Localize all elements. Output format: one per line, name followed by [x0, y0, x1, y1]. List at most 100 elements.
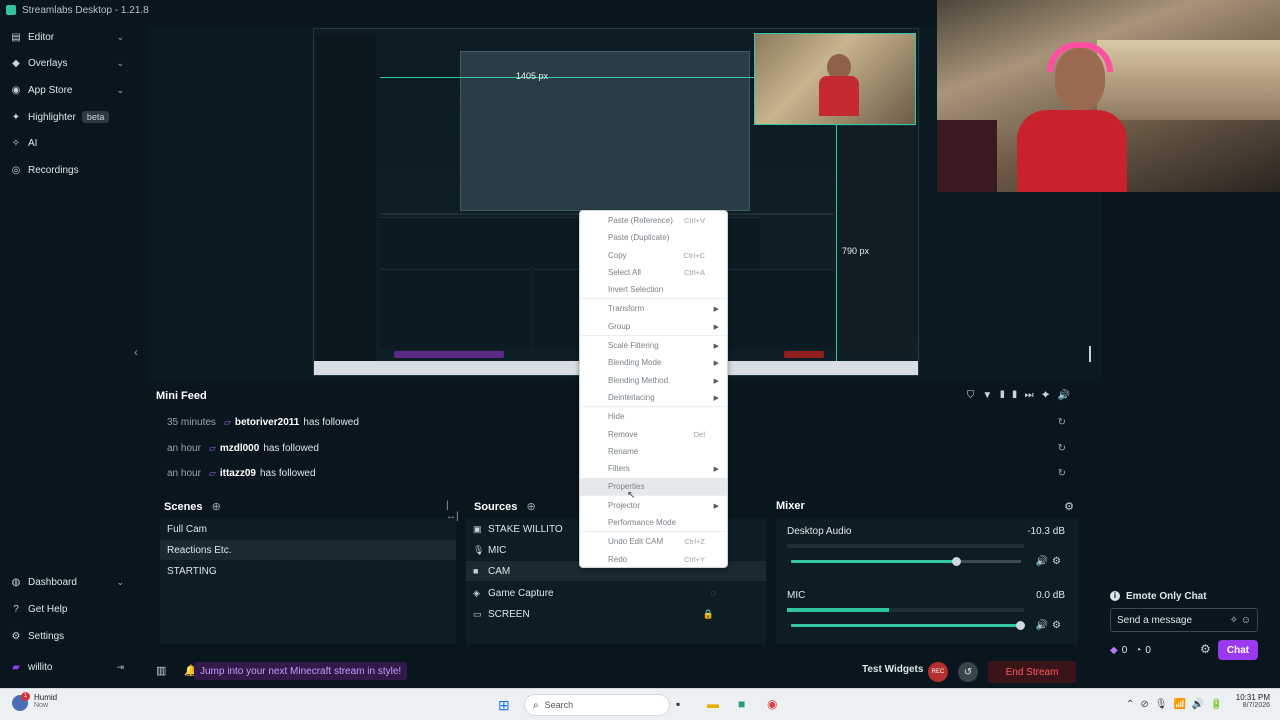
sidebar-item-ai[interactable]: ✧ AI [0, 130, 134, 156]
sidebar-item-editor[interactable]: ▤ Editor ⌄ [0, 24, 134, 50]
scene-item[interactable]: Reactions Etc. [160, 540, 456, 560]
app-store-icon: ◉ [11, 84, 21, 96]
mixer-settings-icon[interactable]: ⚙ [1064, 500, 1074, 513]
test-widgets-button[interactable]: Test Widgets [862, 664, 923, 675]
chat-message-input[interactable]: Send a message ✧ ☺ [1110, 608, 1258, 632]
twitch-icon: ▱ [223, 416, 231, 427]
menu-item-rename[interactable]: Rename [580, 443, 727, 460]
scene-item[interactable]: STARTING [160, 561, 456, 581]
mixer-channel-db: 0.0 dB [1036, 590, 1065, 601]
preview-cam-source[interactable] [754, 33, 916, 125]
desktop-audio-volume-slider[interactable] [791, 560, 957, 563]
replay-alert-icon[interactable]: ↻ [1058, 417, 1066, 428]
menu-item-deinterlacing[interactable]: Deinterlacing ▶ [580, 389, 727, 406]
source-item[interactable]: ▭ SCREEN 🔒 [466, 604, 766, 624]
menu-separator [580, 531, 727, 532]
mixer-title: Mixer [776, 500, 805, 512]
sidebar-item-app-store[interactable]: ◉ App Store ⌄ [0, 77, 134, 103]
streamlabs-taskbar-icon[interactable]: ■ [738, 697, 745, 711]
sidebar-item-overlays[interactable]: ◆ Overlays ⌄ [0, 50, 134, 76]
chat-panel: i Emote Only Chat Send a message ✧ ☺ ◆ 0… [1102, 192, 1280, 686]
add-scene-icon[interactable]: ⊕ [212, 501, 221, 513]
menu-item-shortcut: Ctrl+A [683, 268, 705, 277]
menu-item-label: Paste (Duplicate) [608, 233, 670, 242]
menu-item-group[interactable]: Group ▶ [580, 318, 727, 335]
volume-knob[interactable] [1016, 621, 1025, 630]
sidebar-item-highlighter[interactable]: ✦ Highlighter beta [0, 104, 134, 130]
mini-feed-controls[interactable]: ⛉▼❚❚⏭✦🔊 [967, 390, 1078, 401]
scenes-title-text: Scenes [164, 501, 203, 513]
mixer-panel: Mixer ⚙ Desktop Audio -10.3 dB 🔊⚙ MIC 0.… [776, 496, 1078, 646]
replay-alert-icon[interactable]: ↻ [1058, 443, 1066, 454]
menu-item-label: Paste (Reference) [608, 216, 673, 225]
menu-item-select-all[interactable]: Select All Ctrl+A [580, 264, 727, 281]
menu-item-label: Group [608, 322, 631, 331]
menu-item-undo-edit-cam[interactable]: Undo Edit CAM Ctrl+Z [580, 533, 727, 550]
mic-volume-slider[interactable] [791, 624, 1021, 627]
record-button[interactable]: REC [928, 662, 948, 682]
collapse-sidebar-icon[interactable]: ‹ [134, 345, 138, 359]
menu-item-redo[interactable]: Redo Ctrl+Y [580, 551, 727, 568]
beta-badge: beta [81, 111, 110, 123]
system-tray-icons[interactable]: ⌃⊘🎙📶🔊🔋 [1126, 699, 1229, 710]
clock[interactable]: 10:31 PM 8/7/2026 [1226, 693, 1270, 709]
emote-picker-icon[interactable]: ✧ ☺ [1230, 615, 1251, 626]
replay-buffer-button[interactable]: ↺ [958, 662, 978, 682]
chrome-icon[interactable]: ◉ [767, 697, 777, 711]
replay-alert-icon[interactable]: ↻ [1058, 468, 1066, 479]
stats-icon[interactable]: ▥ [156, 664, 166, 677]
sidebar-item-get-help[interactable]: ? Get Help [0, 596, 134, 622]
chat-settings-icon[interactable]: ⚙ [1200, 642, 1211, 656]
windows-start-icon[interactable]: ⊞ [498, 697, 510, 714]
user-profile[interactable]: ▰ willito ⇥ [0, 654, 134, 680]
feed-action: has followed [259, 467, 316, 479]
menu-item-label: Remove [608, 430, 638, 439]
menu-item-hide[interactable]: Hide [580, 408, 727, 425]
add-source-icon[interactable]: ⊕ [526, 501, 535, 513]
menu-item-invert-selection[interactable]: Invert Selection [580, 281, 727, 298]
menu-item-paste-reference[interactable]: Paste (Reference) Ctrl+V [580, 212, 727, 229]
menu-item-projector[interactable]: Projector ▶ [580, 497, 727, 514]
menu-item-remove[interactable]: Remove Del [580, 426, 727, 443]
mute-and-settings-icons[interactable]: 🔊⚙ [1036, 620, 1065, 631]
taskbar-search[interactable]: ⌕ Search [524, 694, 670, 716]
menu-item-blending-mode[interactable]: Blending Mode ▶ [580, 354, 727, 371]
preview-chat [834, 125, 914, 355]
image-icon: ▣ [473, 523, 482, 534]
weather-widget[interactable]: 1 Humid Now [12, 692, 57, 711]
menu-item-performance-mode[interactable]: Performance Mode [580, 514, 727, 531]
task-view-icon[interactable]: ▪ [676, 697, 680, 711]
ai-icon: ✧ [11, 137, 21, 149]
menu-item-shortcut: Ctrl+C [683, 251, 705, 260]
menu-item-paste-duplicate[interactable]: Paste (Duplicate) [580, 229, 727, 246]
volume-knob[interactable] [951, 557, 961, 566]
scenes-panel: Scenes ⊕ |↔| Full Cam Reactions Etc. STA… [156, 496, 459, 646]
menu-item-copy[interactable]: Copy Ctrl+C [580, 247, 727, 264]
promo-banner[interactable]: Jump into your next Minecraft stream in … [194, 662, 408, 680]
lock-icon[interactable]: 🔒 [703, 609, 714, 620]
sidebar-item-settings[interactable]: ⚙ Settings [0, 623, 134, 649]
source-item[interactable]: ◈ Game Capture ◌ [466, 583, 766, 603]
mute-and-settings-icons[interactable]: 🔊⚙ [1036, 556, 1065, 567]
file-explorer-icon[interactable]: ▬ [707, 697, 719, 711]
end-stream-button[interactable]: End Stream [988, 661, 1076, 683]
menu-item-filters[interactable]: Filters ▶ [580, 460, 727, 477]
preview-scenes [380, 269, 530, 349]
webcam-person-shirt [1017, 110, 1127, 192]
menu-item-properties[interactable]: Properties [580, 478, 727, 495]
sidebar-item-dashboard[interactable]: ◍ Dashboard ⌄ [0, 569, 134, 595]
chat-send-button[interactable]: Chat [1218, 640, 1258, 660]
sidebar-item-recordings[interactable]: ◎ Recordings [0, 157, 134, 183]
streamlabs-logo-icon [6, 5, 16, 15]
scene-item[interactable]: Full Cam [160, 519, 456, 539]
menu-item-scale-filtering[interactable]: Scale Filtering ▶ [580, 337, 727, 354]
menu-item-blending-method[interactable]: Blending Method ▶ [580, 372, 727, 389]
logout-icon[interactable]: ⇥ [116, 662, 124, 673]
menu-item-label: Filters [608, 464, 630, 473]
menu-item-transform[interactable]: Transform ▶ [580, 300, 727, 317]
sources-title: Sources ⊕ [474, 500, 536, 513]
menu-separator [580, 495, 727, 496]
preview-scroll-handle[interactable] [1089, 346, 1091, 362]
visibility-off-icon[interactable]: ◌ [711, 588, 716, 598]
menu-item-label: Undo Edit CAM [608, 537, 664, 546]
